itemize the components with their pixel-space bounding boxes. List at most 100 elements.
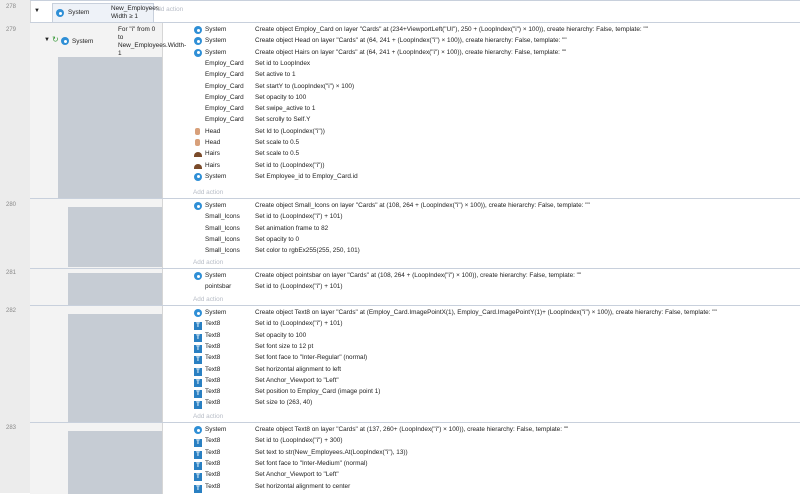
action-object-label: Text8 [205,331,221,339]
condition-278[interactable]: System New_Employees. Width ≥ 1 [52,3,161,23]
action-object-label: Employ_Card [205,105,244,113]
action-row[interactable]: Small_Icons Set color to rgbEx255(255, 25… [193,245,800,256]
action-row[interactable]: System Create object Small_Icons on layer… [193,200,800,211]
action-text: Create object Text8 on layer "Cards" at … [255,426,569,433]
action-text: Set horizontal alignment to center [255,482,351,490]
action-object-label: System [205,26,227,33]
action-row[interactable]: Small_Icons Set opacity to 0 [193,234,800,245]
action-row[interactable]: T Text8 Set horizontal alignment to center [193,481,800,493]
add-action-link[interactable]: Add action [193,188,223,198]
action-row[interactable]: T Text8 Set font size to 12 pt [193,341,800,353]
action-row[interactable]: T Text8 Set Anchor_Viewport to "Left" [193,375,800,387]
event-283[interactable]: System Create object Text8 on layer "Card… [30,422,800,494]
action-row[interactable]: Head Set Id to (LoopIndex("i")) [193,126,800,137]
action-text: Set color to rgbEx255(255, 250, 101) [255,247,360,255]
add-action-link[interactable]: Add action [193,412,223,422]
text-object-icon: T [194,437,202,448]
action-object-label: System [205,426,227,433]
action-row[interactable]: System Set Employee_id to Employ_Card.id [193,171,800,182]
event-278[interactable]: ▼ System New_Employees. Width ≥ 1 Add ac… [30,0,800,23]
action-row[interactable]: T Text8 Set opacity to 100 [193,330,800,342]
action-object-label: Hairs [205,161,220,169]
action-row[interactable]: T Text8 Set Anchor_Viewport to "Left" [193,469,800,482]
action-row[interactable]: T Text8 Set font face to "Inter-Regular" (… [193,352,800,365]
action-object-label: Employ_Card [205,116,244,124]
action-text: Set id to (LoopIndex("i") + 101) [255,213,343,221]
action-row[interactable]: Head Set scale to 0.5 [193,137,800,148]
action-object-label: Small_Icons [205,235,240,243]
action-object-label: Head [205,127,221,135]
action-text: Set scrolly to Self.Y [255,116,311,124]
action-row[interactable]: Employ_Card Set startY to (LoopIndex("i")… [193,81,800,92]
add-action-link[interactable]: Add action [153,5,183,15]
action-row[interactable]: System Create object Text8 on layer "Card… [193,307,800,318]
action-row[interactable]: System Create object Hairs on layer "Card… [193,47,800,58]
action-object-label: System [205,48,227,56]
action-object-label: Head [205,139,221,146]
add-action-link[interactable]: Add action [193,295,223,305]
action-text: Set text to str(New_Employees.At(LoopInd… [255,448,408,456]
system-icon [194,202,202,210]
action-text: Set id to (LoopIndex("i") + 101) [255,320,343,328]
action-text: Set Anchor_Viewport to "Left" [255,376,339,384]
action-row[interactable]: Employ_Card Set id to LoopIndex [193,58,800,69]
action-object-label: Small_Icons [205,247,240,255]
action-object-label: Text8 [205,365,221,373]
action-row[interactable]: T Text8 Set position to Employ_Card (image… [193,386,800,399]
action-text: Set font size to 12 pt [255,342,314,350]
action-row[interactable]: T Text8 Set id to (LoopIndex("i") + 101) [193,318,800,331]
action-row[interactable]: System Create object Employ_Card on layer… [193,24,800,35]
action-row[interactable]: Employ_Card Set active to 1 [193,69,800,80]
action-object-label: Hairs [205,150,220,158]
system-icon [194,272,202,280]
action-text: Set position to Employ_Card (image point… [255,388,381,396]
event-282[interactable]: Add action System Create object Text8 on … [30,305,800,423]
system-icon [194,37,202,46]
text-object-icon: T [194,460,202,470]
action-text: Set id to (LoopIndex("i") + 300) [255,437,343,445]
action-row[interactable]: Small_Icons Set id to (LoopIndex("i") + 1… [193,211,800,222]
action-text: Set animation frame to 82 [255,224,329,232]
event-279[interactable]: ▼ ↻ System For "i" from 0 to New_Employe… [30,22,800,199]
action-object-label: Text8 [205,399,221,407]
action-row[interactable]: T Text8 Set horizontal alignment to left [193,364,800,376]
action-text: Create object Employ_Card on layer "Card… [255,26,648,33]
line-number: 278 [6,4,17,10]
action-object-label: System [205,272,227,279]
action-text: Create object Hairs on layer "Cards" at … [255,48,567,56]
action-text: Set opacity to 0 [255,235,300,243]
action-row[interactable]: T Text8 Set font face to "Inter-Medium" (n… [193,458,800,470]
collapse-arrow-icon[interactable]: ▼ [34,8,40,14]
collapse-arrow-icon[interactable]: ▼ [44,37,50,43]
action-row[interactable]: System Create object Head on layer "Cards… [193,35,800,46]
action-text: Set startY to (LoopIndex("i") × 100) [255,82,355,90]
system-icon [194,309,202,317]
event-281[interactable]: Add action System Create object pointsbar… [30,268,800,306]
action-row[interactable]: System Create object Text8 on layer "Card… [193,424,800,435]
action-object-label: System [205,202,227,209]
action-text: Set id to (LoopIndex("i")) [255,161,325,169]
action-object-label: pointsbar [205,283,232,291]
action-text: Set id to (LoopIndex("i") + 101) [255,283,343,291]
condition-object: System [68,9,90,16]
action-object-label: Text8 [205,342,221,350]
action-row[interactable]: Small_Icons Set animation frame to 82 [193,223,800,234]
action-row[interactable]: Hairs Set scale to 0.5 [193,148,800,159]
action-text: Create object Head on layer "Cards" at (… [255,37,567,45]
action-row[interactable]: T Text8 Set id to (LoopIndex("i") + 300) [193,435,800,448]
action-row[interactable]: T Text8 Set text to str(New_Employees.At(L… [193,447,800,459]
action-object-label: System [205,309,227,316]
action-row[interactable]: Hairs Set id to (LoopIndex("i")) [193,160,800,171]
action-row[interactable]: Employ_Card Set scrolly to Self.Y [193,114,800,125]
action-row[interactable]: System Create object pointsbar on layer "… [193,270,800,281]
action-object-label: Text8 [205,459,221,467]
action-text: Set id to LoopIndex [255,59,311,67]
event-280[interactable]: Add action System Create object Small_Ico… [30,198,800,269]
action-row[interactable]: Employ_Card Set opacity to 100 [193,92,800,103]
action-text: Set horizontal alignment to left [255,365,341,373]
action-row[interactable]: pointsbar Set id to (LoopIndex("i") + 101… [193,281,800,292]
action-row[interactable]: Employ_Card Set swipe_active to 1 [193,103,800,114]
condition-bar [58,57,162,199]
add-action-link[interactable]: Add action [193,258,223,268]
action-row[interactable]: T Text8 Set size to (263, 40) [193,397,800,410]
